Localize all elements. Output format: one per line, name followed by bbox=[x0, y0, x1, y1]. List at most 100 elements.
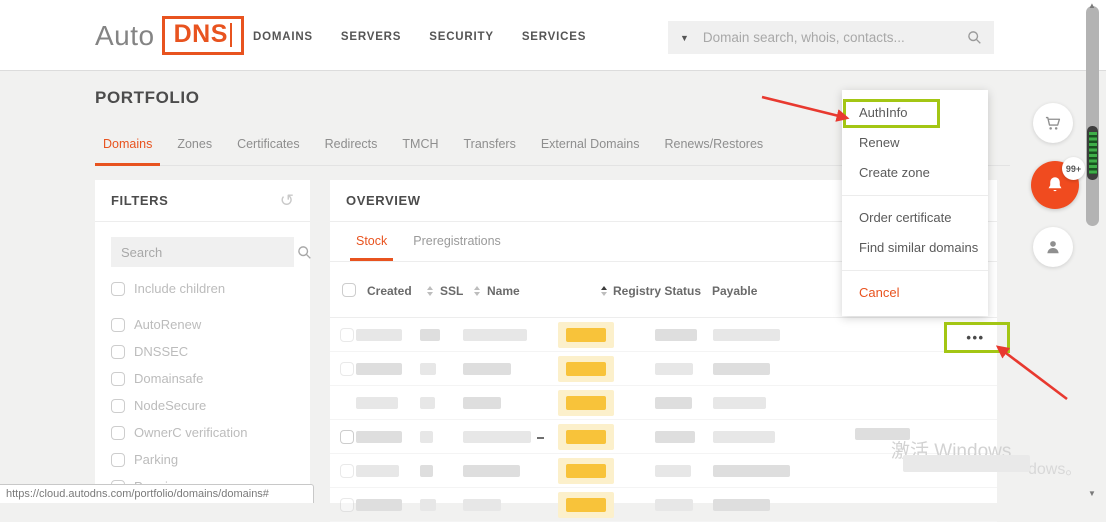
redacted-ssl bbox=[420, 465, 433, 477]
reset-filters-icon[interactable]: ↺ bbox=[280, 192, 294, 209]
redacted-created bbox=[356, 465, 399, 477]
filter-autorenew[interactable]: AutoRenew bbox=[111, 311, 294, 338]
tab-zones[interactable]: Zones bbox=[169, 131, 220, 166]
checkbox-icon[interactable] bbox=[111, 318, 125, 332]
logo-text-auto: Auto bbox=[95, 20, 155, 52]
nav-item-security[interactable]: SECURITY bbox=[429, 31, 494, 43]
autodns-logo[interactable]: Auto DNS bbox=[95, 16, 244, 55]
filters-panel: FILTERS ↺ Include children AutoRenew DNS… bbox=[95, 180, 310, 503]
checkbox-icon[interactable] bbox=[111, 453, 125, 467]
table-row[interactable] bbox=[330, 386, 997, 420]
registry-status-badge bbox=[558, 390, 614, 416]
row-checkbox[interactable] bbox=[340, 464, 354, 478]
filter-parking[interactable]: Parking bbox=[111, 446, 294, 473]
filter-ownerc-verification[interactable]: OwnerC verification bbox=[111, 419, 294, 446]
tab-domains[interactable]: Domains bbox=[95, 131, 160, 166]
table-row[interactable] bbox=[330, 352, 997, 386]
registry-status-badge bbox=[558, 356, 614, 382]
search-scope-dropdown-icon[interactable]: ▼ bbox=[680, 33, 689, 43]
scrollbar-up-arrow[interactable]: ▲ bbox=[1088, 1, 1096, 10]
redacted-payable bbox=[713, 329, 780, 341]
redacted-created bbox=[356, 397, 398, 409]
filter-include-children[interactable]: Include children bbox=[111, 275, 294, 302]
redacted-dash bbox=[537, 437, 544, 439]
menu-item-cancel[interactable]: Cancel bbox=[842, 278, 988, 308]
menu-item-create-zone[interactable]: Create zone bbox=[842, 158, 988, 188]
browser-status-bar: https://cloud.autodns.com/portfolio/doma… bbox=[0, 484, 314, 503]
redacted-ssl bbox=[420, 329, 440, 341]
scrollbar-thumb[interactable] bbox=[1087, 126, 1098, 180]
logo-dns-box: DNS bbox=[162, 16, 244, 55]
row-actions-context-menu: AuthInfo Renew Create zone Order certifi… bbox=[842, 90, 988, 316]
account-button[interactable] bbox=[1033, 227, 1073, 267]
tab-preregistrations[interactable]: Preregistrations bbox=[407, 222, 507, 261]
row-actions-button[interactable]: ••• bbox=[948, 326, 1003, 349]
filters-header: FILTERS ↺ bbox=[95, 180, 310, 222]
global-search-box[interactable]: ▼ bbox=[668, 21, 994, 54]
row-checkbox[interactable] bbox=[340, 498, 354, 512]
nav-item-services[interactable]: SERVICES bbox=[522, 31, 586, 43]
filters-search-icon[interactable] bbox=[297, 245, 312, 260]
tab-tmch[interactable]: TMCH bbox=[394, 131, 446, 166]
column-header-created[interactable]: Created bbox=[367, 284, 412, 298]
filter-domainsafe[interactable]: Domainsafe bbox=[111, 365, 294, 392]
tab-certificates[interactable]: Certificates bbox=[229, 131, 308, 166]
windows-activation-watermark-line2: dows。 bbox=[1028, 455, 1081, 479]
column-header-ssl[interactable]: SSL bbox=[440, 284, 463, 298]
menu-item-find-similar-domains[interactable]: Find similar domains bbox=[842, 233, 988, 263]
menu-item-authinfo[interactable]: AuthInfo bbox=[842, 98, 988, 128]
redacted-name bbox=[463, 397, 501, 409]
row-checkbox[interactable] bbox=[340, 430, 354, 444]
table-row[interactable] bbox=[330, 488, 997, 522]
redacted-payable bbox=[713, 397, 766, 409]
tab-renews-restores[interactable]: Renews/Restores bbox=[657, 131, 772, 166]
sort-icon[interactable] bbox=[474, 286, 480, 296]
checkbox-icon[interactable] bbox=[111, 426, 125, 440]
scrollbar-track[interactable] bbox=[1086, 6, 1099, 226]
redacted-created bbox=[356, 431, 402, 443]
filters-search-input[interactable] bbox=[121, 245, 297, 260]
filters-search-box[interactable] bbox=[111, 237, 294, 267]
menu-item-order-certificate[interactable]: Order certificate bbox=[842, 203, 988, 233]
checkbox-icon[interactable] bbox=[111, 282, 125, 296]
checkbox-icon[interactable] bbox=[111, 372, 125, 386]
redacted-watermark-pill bbox=[903, 455, 1030, 472]
select-all-checkbox[interactable] bbox=[342, 283, 356, 297]
table-row[interactable] bbox=[330, 318, 997, 352]
overview-title: OVERVIEW bbox=[346, 193, 421, 208]
sort-icon-active[interactable] bbox=[601, 286, 607, 296]
redacted-created bbox=[356, 363, 402, 375]
cart-icon bbox=[1043, 113, 1063, 133]
redacted-payable bbox=[655, 431, 695, 443]
registry-status-badge bbox=[558, 458, 614, 484]
top-navigation: DOMAINS SERVERS SECURITY SERVICES bbox=[253, 31, 586, 43]
filter-dnssec[interactable]: DNSSEC bbox=[111, 338, 294, 365]
menu-item-renew[interactable]: Renew bbox=[842, 128, 988, 158]
tab-external-domains[interactable]: External Domains bbox=[533, 131, 648, 166]
tab-stock[interactable]: Stock bbox=[350, 222, 393, 261]
cart-button[interactable] bbox=[1033, 103, 1073, 143]
row-checkbox[interactable] bbox=[340, 328, 354, 342]
search-icon[interactable] bbox=[967, 30, 982, 45]
checkbox-icon[interactable] bbox=[111, 399, 125, 413]
nav-item-domains[interactable]: DOMAINS bbox=[253, 31, 313, 43]
tab-redirects[interactable]: Redirects bbox=[317, 131, 386, 166]
column-header-payable[interactable]: Payable bbox=[712, 284, 757, 298]
checkbox-icon[interactable] bbox=[111, 345, 125, 359]
menu-divider bbox=[842, 270, 988, 271]
sort-icon[interactable] bbox=[427, 286, 433, 296]
registry-status-badge bbox=[558, 424, 614, 450]
tab-transfers[interactable]: Transfers bbox=[456, 131, 524, 166]
arrow-to-authinfo bbox=[762, 97, 847, 118]
global-search-input[interactable] bbox=[703, 30, 967, 45]
column-header-name[interactable]: Name bbox=[487, 284, 520, 298]
column-header-registry-status[interactable]: Registry Status bbox=[613, 284, 701, 298]
nav-item-servers[interactable]: SERVERS bbox=[341, 31, 401, 43]
filters-title: FILTERS bbox=[111, 193, 168, 208]
scrollbar-down-arrow[interactable]: ▼ bbox=[1088, 489, 1096, 498]
redacted-ssl bbox=[420, 499, 436, 511]
redacted-payable bbox=[713, 363, 770, 375]
filter-nodesecure[interactable]: NodeSecure bbox=[111, 392, 294, 419]
row-checkbox[interactable] bbox=[340, 362, 354, 376]
scrollbar-thumb-stripes bbox=[1089, 132, 1097, 174]
